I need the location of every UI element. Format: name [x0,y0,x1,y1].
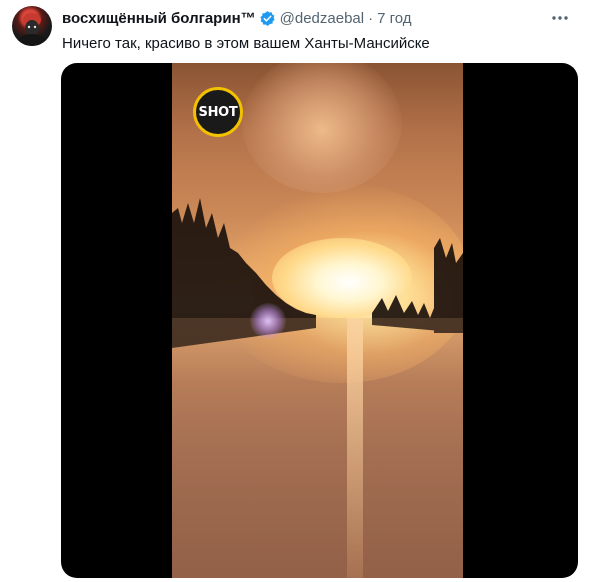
snowy-road [172,318,463,578]
avatar[interactable] [12,6,52,46]
shot-logo: SHOT [193,87,243,137]
display-name[interactable]: восхищённый болгарин™ [62,10,256,27]
tweet[interactable]: восхищённый болгарин™ @dedzaebal · 7 год… [0,0,590,582]
separator-dot: · [368,9,374,27]
lens-flare [250,303,286,339]
tweet-header: восхищённый болгарин™ @dedzaebal · 7 год [62,8,412,28]
avatar-image [18,13,46,46]
shot-logo-text: SHOT [198,104,238,120]
handle[interactable]: @dedzaebal [280,10,364,27]
road-light-reflection [347,318,363,578]
video-frame[interactable]: SHOT [172,63,463,578]
timestamp[interactable]: 7 год [377,10,411,27]
more-icon[interactable] [548,8,572,28]
media-video[interactable]: SHOT [61,63,578,578]
verified-badge-icon [259,10,276,27]
tweet-text: Ничего так, красиво в этом вашем Ханты-М… [62,35,430,52]
